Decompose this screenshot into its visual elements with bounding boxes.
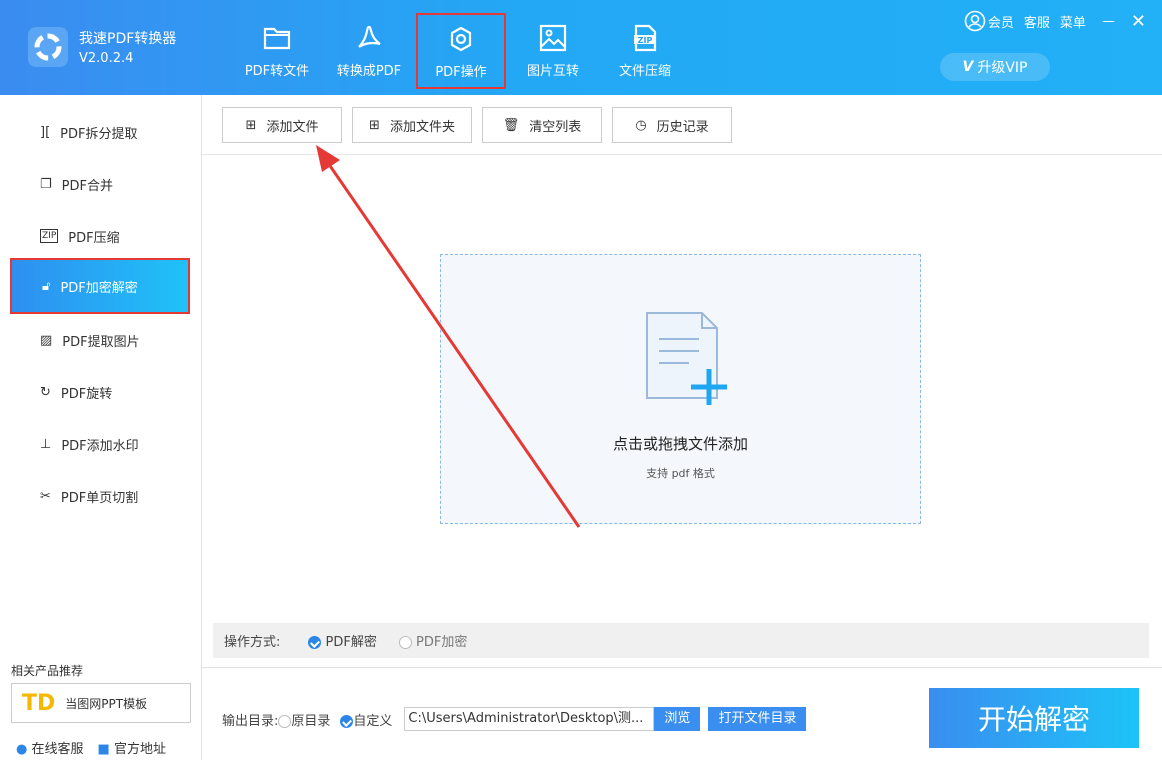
bottom-divider bbox=[202, 667, 1162, 668]
operation-mode-bar: 操作方式: PDF解密 PDF加密 bbox=[213, 623, 1149, 658]
radio-checked-icon bbox=[340, 714, 354, 728]
output-directory-row: 输出目录: 原目录 自定义 C:\Users\Administrator\Des… bbox=[222, 706, 807, 732]
radio-unchecked-icon bbox=[398, 636, 412, 649]
output-path-input[interactable]: C:\Users\Administrator\Desktop\测... bbox=[404, 707, 655, 731]
radio-checked-icon bbox=[308, 636, 322, 649]
decrypt-radio[interactable]: PDF解密 bbox=[308, 631, 377, 650]
browse-button[interactable]: 浏览 bbox=[654, 707, 701, 731]
start-decrypt-button[interactable]: 开始解密 bbox=[929, 688, 1139, 748]
encrypt-radio[interactable]: PDF加密 bbox=[398, 631, 467, 650]
radio-unchecked-icon bbox=[278, 714, 292, 728]
original-dir-radio[interactable]: 原目录 bbox=[278, 710, 330, 729]
custom-dir-radio[interactable]: 自定义 bbox=[340, 710, 392, 729]
open-folder-button[interactable]: 打开文件目录 bbox=[708, 707, 807, 731]
